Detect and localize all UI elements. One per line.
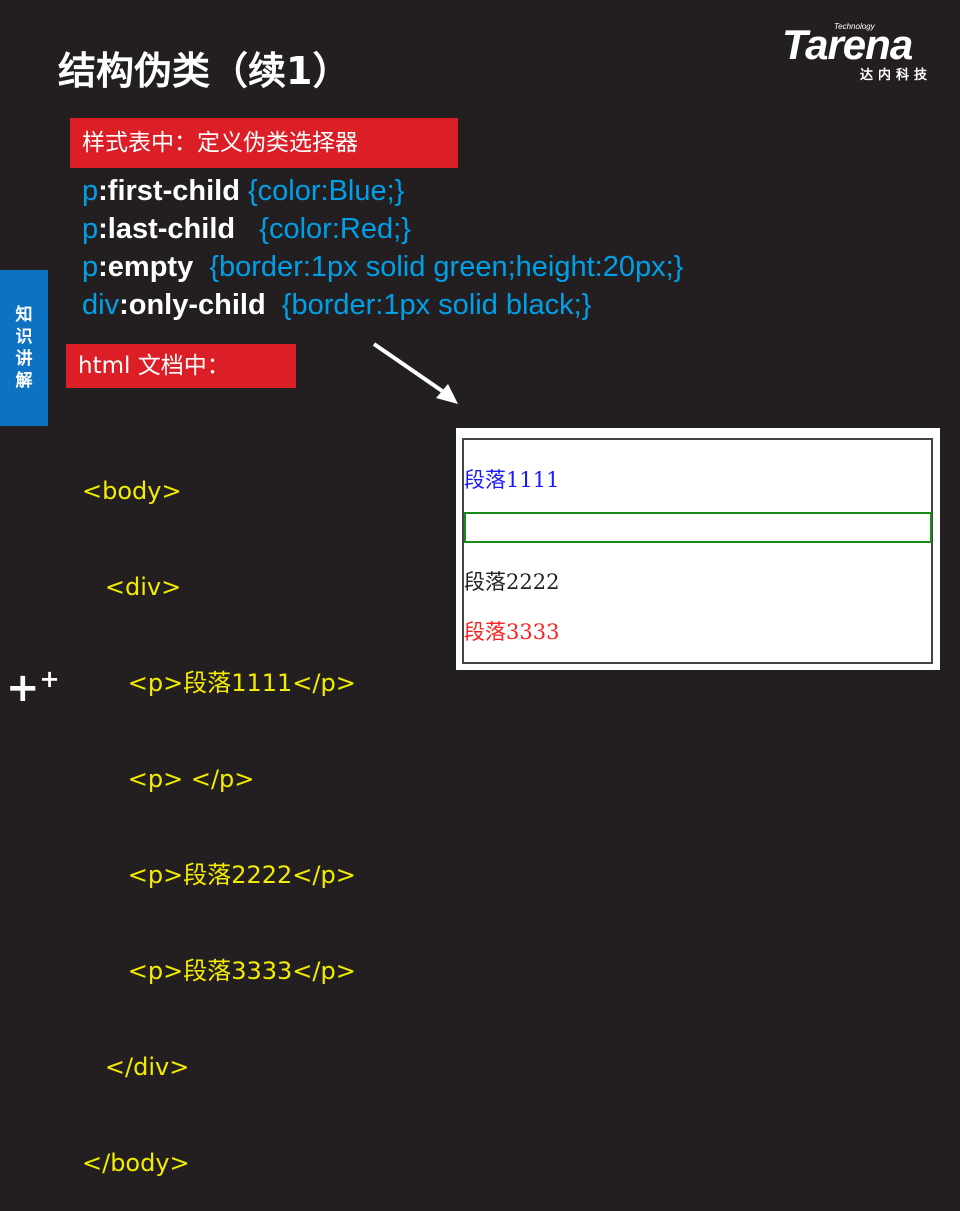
knowledge-sidebar-tab: 知 识 讲 解 — [0, 270, 48, 426]
preview-p4: 段落3333 — [464, 620, 560, 644]
rule-element: div — [82, 289, 120, 321]
css-rule: div:only-child {border:1px solid black;} — [82, 286, 683, 324]
rule-decl: {color:Red;} — [235, 213, 411, 245]
stylesheet-heading: 样式表中：定义伪类选择器 — [70, 118, 458, 168]
code-line: <div> — [82, 573, 182, 601]
css-rules: p:first-child {color:Blue;} p:last-child… — [82, 172, 683, 324]
preview-empty-p — [464, 512, 932, 543]
rule-element: p — [82, 213, 99, 245]
html-code: <body> <div> <p>段落1111</p> <p> </p> <p>段… — [82, 411, 356, 1211]
rule-decl: {border:1px solid green;height:20px;} — [193, 251, 684, 283]
render-preview: 段落1111 段落2222 段落3333 — [456, 428, 940, 670]
css-rule: p:last-child {color:Red;} — [82, 210, 683, 248]
side-char: 知 — [15, 305, 33, 325]
side-char: 讲 — [15, 349, 33, 369]
rule-pseudo: :only-child — [119, 289, 266, 321]
code-line: </body> — [82, 1149, 190, 1177]
rule-pseudo: :empty — [98, 251, 194, 283]
slide-title: 结构伪类（续1） — [58, 49, 351, 93]
rule-element: p — [82, 251, 99, 283]
tarena-logo: Tarena Technology 达内科技 — [782, 22, 947, 83]
code-line: </div> — [82, 1053, 190, 1081]
plus-logo-icon: ++ — [6, 665, 60, 711]
side-char: 解 — [15, 371, 33, 391]
rule-element: p — [82, 175, 99, 207]
preview-p3: 段落2222 — [464, 570, 560, 594]
arrow-icon — [372, 342, 458, 404]
preview-p1: 段落1111 — [464, 468, 560, 492]
div-border: 段落1111 段落2222 段落3333 — [462, 438, 933, 664]
code-line: <p>段落1111</p> — [82, 669, 356, 697]
rule-decl: {border:1px solid black;} — [265, 289, 592, 321]
code-line: <body> — [82, 477, 182, 505]
side-char: 识 — [15, 327, 33, 347]
code-line: <p>段落2222</p> — [82, 861, 356, 889]
rule-pseudo: :last-child — [98, 213, 236, 245]
code-line: <p> </p> — [82, 765, 255, 793]
css-rule: p:first-child {color:Blue;} — [82, 172, 683, 210]
css-rule: p:empty {border:1px solid green;height:2… — [82, 248, 683, 286]
html-heading: html 文档中： — [66, 344, 296, 388]
code-line: <p>段落3333</p> — [82, 957, 356, 985]
logo-cn: 达内科技 — [860, 68, 933, 83]
rule-pseudo: :first-child — [98, 175, 240, 207]
rule-decl: {color:Blue;} — [239, 175, 405, 207]
logo-tag: Technology — [834, 22, 875, 31]
